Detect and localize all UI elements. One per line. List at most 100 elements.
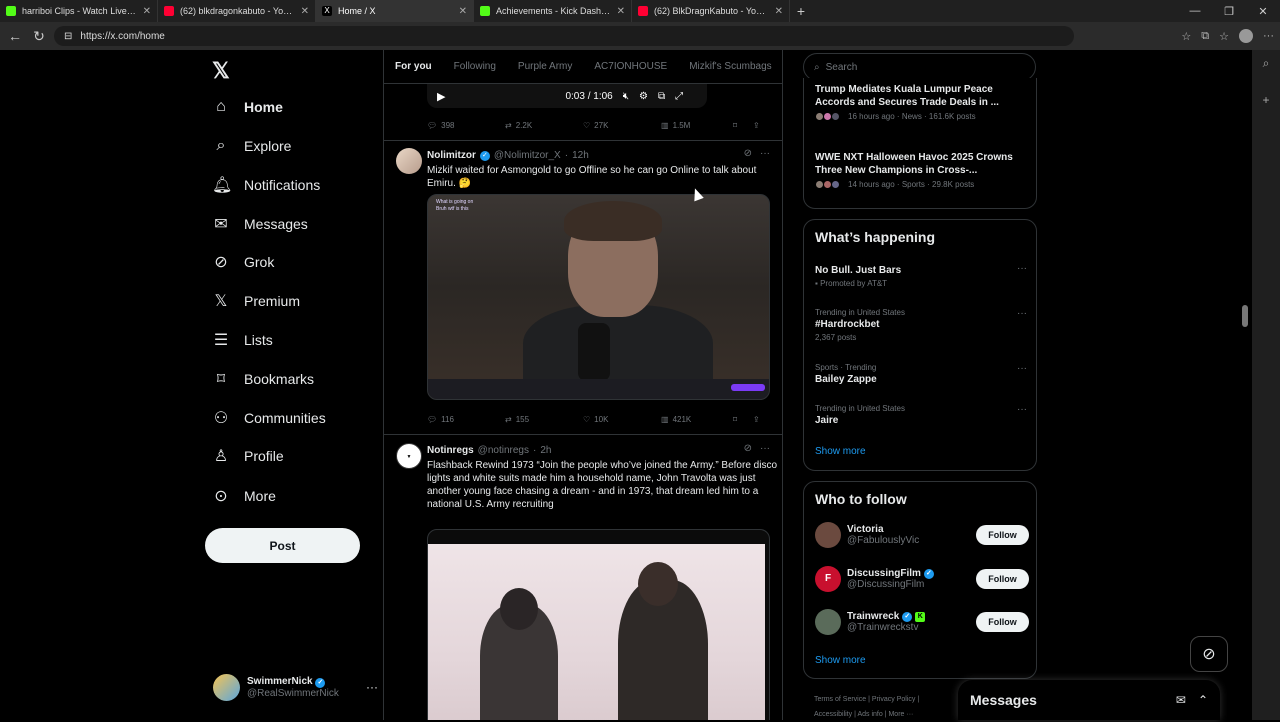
nav-messages[interactable]: ✉ Messages (212, 209, 308, 239)
reply-button[interactable]: 💬︎ 398 (427, 121, 505, 130)
more-dots-icon[interactable]: ··· (1017, 404, 1027, 415)
messages-drawer[interactable]: Messages ✉ ⌃ (958, 680, 1220, 720)
author-handle[interactable]: @Nolimitzor_X (494, 150, 561, 161)
news-item[interactable]: Trump Mediates Kuala Lumpur Peace Accord… (815, 83, 1030, 121)
avatar[interactable] (396, 148, 422, 174)
nav-explore[interactable]: ⌕ Explore (212, 131, 292, 161)
grok-icon[interactable]: ⊘ (744, 148, 752, 159)
close-icon[interactable]: ✕ (143, 6, 151, 17)
follow-button[interactable]: Follow (976, 525, 1029, 545)
more-dots-icon[interactable]: ··· (1017, 363, 1027, 374)
close-icon[interactable]: ✕ (775, 6, 783, 17)
nav-grok[interactable]: ⊘ Grok (212, 247, 274, 277)
browser-tab-active[interactable]: X Home / X ✕ (316, 0, 474, 22)
nav-notifications[interactable]: 🔔︎ Notifications (212, 170, 320, 200)
show-more-link[interactable]: Show more (815, 446, 866, 457)
browser-tab[interactable]: (62) BlkDragnKabuto - YouTube ✕ (632, 0, 790, 22)
share-icon[interactable]: ⇪ (753, 415, 760, 424)
avatar[interactable] (815, 522, 841, 548)
avatar[interactable] (815, 609, 841, 635)
nav-premium[interactable]: 𝕏 Premium (212, 286, 300, 316)
menu-dots-icon[interactable]: ··· (1263, 30, 1274, 42)
nav-bookmarks[interactable]: ⌑ Bookmarks (212, 364, 314, 394)
more-dots-icon[interactable]: ··· (366, 680, 378, 694)
post-button[interactable]: Post (205, 528, 360, 563)
news-item[interactable]: WWE NXT Halloween Havoc 2025 Crowns Thre… (815, 151, 1030, 189)
mute-icon[interactable]: 🔇︎ (623, 91, 629, 102)
x-logo-icon[interactable]: 𝕏 (212, 58, 230, 84)
follow-button[interactable]: Follow (976, 612, 1029, 632)
reload-icon[interactable]: ↻ (30, 28, 48, 45)
back-icon[interactable]: ← (6, 28, 24, 44)
close-icon[interactable]: ✕ (459, 6, 467, 17)
collections-icon[interactable]: ☆ (1219, 30, 1229, 43)
follow-suggestion[interactable]: F DiscussingFilm ✓ @DiscussingFilm Follow (815, 564, 1029, 594)
site-info-icon[interactable]: ⊟ (64, 31, 72, 42)
more-dots-icon[interactable]: ··· (1017, 308, 1027, 319)
browser-profile-icon[interactable] (1239, 29, 1253, 43)
tab-following[interactable]: Following (454, 61, 496, 72)
follow-suggestion[interactable]: Trainwreck ✓ K @Trainwreckstv Follow (815, 607, 1029, 637)
fullscreen-icon[interactable]: ⤢ (675, 91, 683, 102)
maximize-icon[interactable]: ❐ (1212, 0, 1246, 22)
address-bar[interactable]: ⊟ https://x.com/home (54, 26, 1074, 46)
pip-icon[interactable]: ⧉ (658, 91, 665, 102)
more-dots-icon[interactable]: ··· (760, 443, 770, 454)
settings-gear-icon[interactable]: ⚙ (639, 91, 648, 102)
favorite-star-icon[interactable]: ☆ (1181, 30, 1191, 43)
browser-tab[interactable]: (62) blkdragonkabuto - YouTube ✕ (158, 0, 316, 22)
post-age[interactable]: 12h (572, 150, 589, 161)
bookmark-icon[interactable]: ⌑ (733, 415, 753, 424)
grok-icon[interactable]: ⊘ (744, 443, 752, 454)
tweet-video[interactable] (427, 529, 770, 720)
footer-link[interactable]: Accessibility (814, 711, 852, 718)
expand-up-icon[interactable]: ⌃ (1198, 693, 1208, 707)
more-dots-icon[interactable]: ··· (760, 148, 770, 159)
footer-link[interactable]: More ··· (888, 711, 913, 718)
footer-link[interactable]: Terms of Service (814, 696, 866, 703)
show-more-link[interactable]: Show more (815, 655, 866, 666)
browser-tab[interactable]: harriboi Clips - Watch Live on Kic ✕ (0, 0, 158, 22)
trend-item[interactable]: Trending in United States Jaire ··· (815, 404, 1027, 426)
reply-button[interactable]: 💬︎ 116 (427, 415, 505, 424)
like-button[interactable]: ♡ 27K (583, 121, 661, 130)
nav-lists[interactable]: ☰ Lists (212, 325, 273, 355)
tab-mizkifs-scumbags[interactable]: Mizkif's Scumbags (689, 61, 772, 72)
follow-button[interactable]: Follow (976, 569, 1029, 589)
grok-floating-button[interactable]: ⊘ (1190, 636, 1228, 672)
bookmark-icon[interactable]: ⌑ (733, 121, 753, 130)
avatar[interactable]: F (815, 566, 841, 592)
tab-purple-army[interactable]: Purple Army (518, 61, 572, 72)
close-window-icon[interactable]: ✕ (1246, 0, 1280, 22)
close-icon[interactable]: ✕ (301, 6, 309, 17)
search-box[interactable]: ⌕ Search (803, 53, 1036, 81)
nav-profile[interactable]: ♙ Profile (212, 441, 284, 471)
tweet[interactable]: ▼ Notinregs @notinregs · 2h ⊘ ··· Flashba… (384, 443, 782, 720)
trend-item[interactable]: Sports · Trending Bailey Zappe ··· (815, 363, 1027, 385)
author-handle[interactable]: @notinregs (478, 445, 529, 456)
author-name[interactable]: Nolimitzor (427, 150, 476, 161)
play-icon[interactable]: ▶ (437, 90, 445, 103)
views-button[interactable]: ▥ 1.5M (661, 121, 733, 130)
extensions-icon[interactable]: ⧉ (1201, 30, 1209, 43)
browser-tab[interactable]: Achievements - Kick Dashboard ✕ (474, 0, 632, 22)
tab-for-you[interactable]: For you (395, 61, 432, 72)
account-switcher[interactable]: SwimmerNick ✓ @RealSwimmerNick ··· (213, 670, 378, 704)
like-button[interactable]: ♡ 10K (583, 415, 661, 424)
footer-link[interactable]: Ads info (857, 711, 882, 718)
minimize-icon[interactable]: — (1178, 0, 1212, 22)
trend-item[interactable]: Trending in United States #Hardrockbet 2… (815, 308, 1027, 342)
trend-item[interactable]: No Bull. Just Bars ▪ Promoted by AT&T ··… (815, 263, 1027, 288)
views-button[interactable]: ▥ 421K (661, 415, 733, 424)
author-name[interactable]: Notinregs (427, 445, 474, 456)
share-icon[interactable]: ⇪ (753, 121, 760, 130)
nav-communities[interactable]: ⚇ Communities (212, 403, 326, 433)
scrollbar-thumb[interactable] (1242, 305, 1248, 327)
nav-home[interactable]: ⌂ Home (212, 92, 283, 122)
close-icon[interactable]: ✕ (617, 6, 625, 17)
new-tab-button[interactable]: + (790, 0, 812, 22)
nav-more[interactable]: ⊙ More (212, 481, 276, 511)
add-icon[interactable]: + (1262, 93, 1269, 107)
more-dots-icon[interactable]: ··· (1017, 263, 1027, 274)
search-icon[interactable]: ⌕ (1263, 56, 1270, 71)
